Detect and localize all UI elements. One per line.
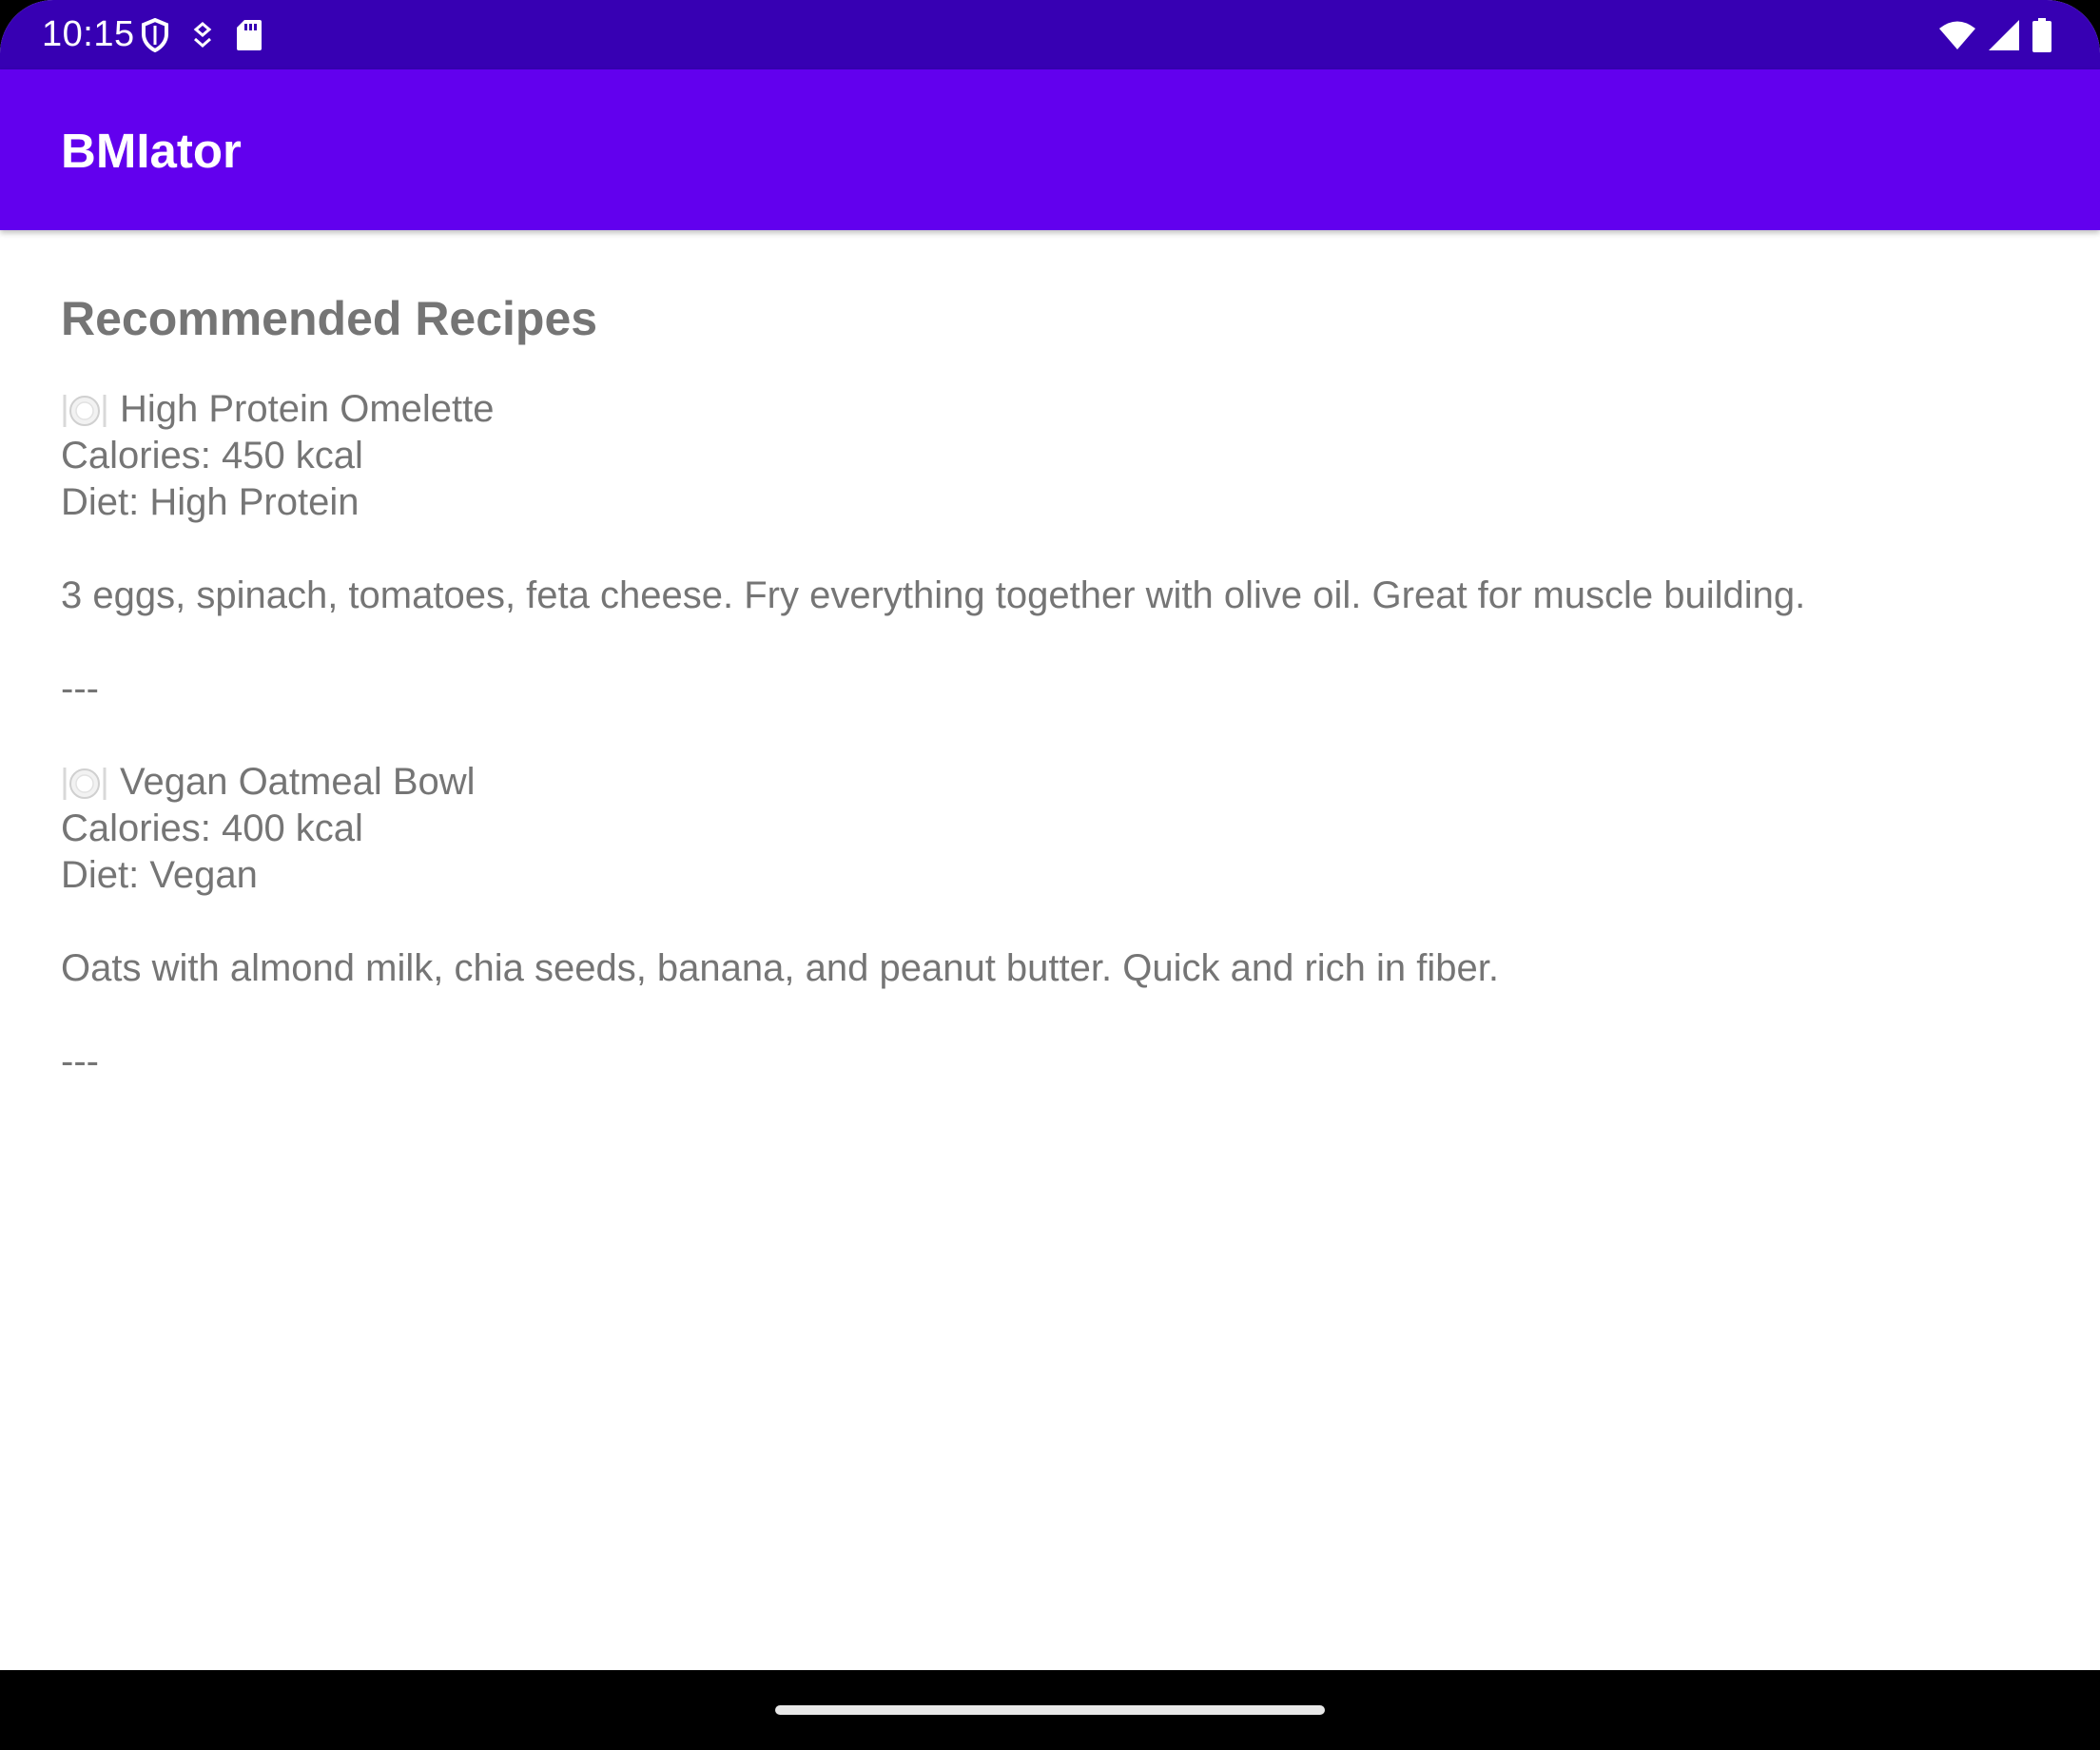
location-pin-icon	[190, 21, 215, 49]
recipe-title-row: High Protein Omelette	[61, 386, 2039, 433]
navigation-bar	[0, 1670, 2100, 1750]
wifi-icon	[1938, 20, 1976, 50]
status-bar: 10:15	[0, 0, 2100, 69]
recipe-calories: Calories: 400 kcal	[61, 807, 363, 849]
recipe-item: High Protein Omelette Calories: 450 kcal…	[61, 386, 2039, 759]
recipe-name: High Protein Omelette	[120, 388, 495, 430]
recipe-item: Vegan Oatmeal Bowl Calories: 400 kcal Di…	[61, 759, 2039, 1085]
recipes-content: Recommended Recipes High Protein Omelett…	[61, 285, 2039, 1085]
recipe-title-row: Vegan Oatmeal Bowl	[61, 759, 2039, 806]
app-bar: BMIator	[0, 69, 2100, 230]
status-time: 10:15	[42, 14, 135, 54]
app-title: BMIator	[61, 124, 242, 178]
sd-card-icon	[236, 19, 262, 51]
home-handle[interactable]	[775, 1705, 1325, 1715]
status-left-icons	[141, 17, 262, 53]
section-title: Recommended Recipes	[61, 292, 598, 345]
recipe-separator: ---	[61, 1040, 99, 1082]
recipe-diet: Diet: Vegan	[61, 854, 258, 896]
recipe-diet: Diet: High Protein	[61, 481, 360, 523]
recipe-name: Vegan Oatmeal Bowl	[120, 761, 476, 803]
recipe-separator: ---	[61, 668, 99, 710]
recipe-description: Oats with almond milk, chia seeds, banan…	[61, 947, 1499, 989]
battery-icon	[2032, 18, 2052, 52]
shield-icon	[141, 18, 169, 52]
status-right-icons	[1938, 17, 2052, 53]
plate-cutlery-icon	[61, 764, 108, 802]
device-screen: 10:15 BMIator Recommended Recipes High P…	[0, 0, 2100, 1750]
recipe-description: 3 eggs, spinach, tomatoes, feta cheese. …	[61, 574, 1806, 616]
recipe-calories: Calories: 450 kcal	[61, 435, 363, 476]
plate-cutlery-icon	[61, 391, 108, 429]
cellular-signal-icon	[1988, 19, 2020, 51]
